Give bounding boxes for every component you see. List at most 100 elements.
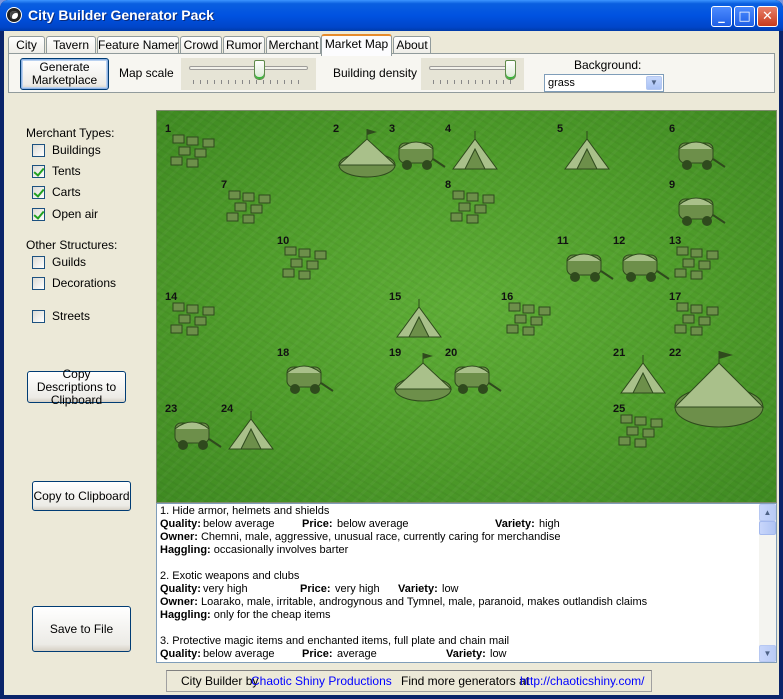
- owner-label: Owner:: [160, 596, 198, 608]
- haggling-label: Haggling:: [160, 609, 211, 621]
- entry-title: 3. Protective magic items and enchanted …: [160, 635, 510, 647]
- building-density-slider[interactable]: [421, 58, 524, 90]
- crates-icon: [618, 414, 663, 448]
- entry-gap: [160, 557, 756, 570]
- entry-gap: [160, 622, 756, 635]
- close-button[interactable]: ✕: [757, 6, 778, 27]
- checkbox-label: Buildings: [52, 143, 101, 157]
- checkbox-decorations[interactable]: Decorations: [32, 276, 116, 290]
- checkbox-streets[interactable]: Streets: [32, 309, 90, 323]
- copy-to-clipboard-button[interactable]: Copy to Clipboard: [32, 481, 131, 511]
- checkbox-open-air[interactable]: Open air: [32, 207, 98, 221]
- variety-value: high: [539, 518, 560, 530]
- scroll-thumb[interactable]: [759, 521, 776, 535]
- slider-thumb[interactable]: [253, 60, 265, 80]
- maximize-button[interactable]: □: [734, 6, 755, 27]
- crates-icon: [674, 302, 719, 336]
- stall-number: 2: [333, 123, 340, 135]
- checkbox-buildings[interactable]: Buildings: [32, 143, 101, 157]
- checkbox-box[interactable]: [32, 276, 45, 290]
- market-map-canvas[interactable]: 12 3 4 5 6 789 10 11 12 13 14 15 16 17 1…: [156, 110, 777, 503]
- stall-number: 17: [669, 291, 682, 303]
- descriptions-content: 1. Hide armor, helmets and shields Qualit…: [160, 505, 756, 661]
- app-logo-icon: [6, 7, 22, 23]
- cart-icon: [286, 365, 334, 394]
- chevron-up-icon: ▲: [763, 508, 772, 517]
- checkbox-box[interactable]: [32, 255, 45, 269]
- haggling-value: only for the cheap items: [210, 609, 331, 621]
- stall-number: 8: [445, 179, 452, 191]
- vertical-scrollbar[interactable]: ▲ ▼: [759, 504, 776, 662]
- quality-value: very high: [203, 583, 248, 595]
- checkbox-box[interactable]: [32, 143, 45, 157]
- variety-value: low: [442, 583, 459, 595]
- stall-number: 10: [277, 235, 290, 247]
- checkbox-guilds[interactable]: Guilds: [32, 255, 86, 269]
- background-select[interactable]: grass ▼: [544, 74, 664, 92]
- find-more-text: Find more generators at: [401, 674, 530, 688]
- tent-icon: [620, 355, 666, 394]
- checkbox-label: Carts: [52, 185, 81, 199]
- variety-label: Variety:: [398, 583, 438, 595]
- stall-number: 15: [389, 291, 402, 303]
- entry-haggling-line: Haggling: occasionally involves barter: [160, 544, 756, 557]
- price-value: average: [337, 648, 377, 660]
- crates-icon: [506, 302, 551, 336]
- entry-stats-line: Quality: very high Price: very high Variet…: [160, 583, 756, 596]
- scroll-up-button[interactable]: ▲: [759, 504, 776, 521]
- slider-ticks: [193, 80, 304, 84]
- tent-icon: [452, 131, 498, 170]
- map-scale-slider[interactable]: [181, 58, 316, 90]
- checkbox-box[interactable]: [32, 309, 45, 323]
- stall-number: 25: [613, 403, 626, 415]
- slider-ticks: [433, 80, 512, 84]
- stall-number: 6: [669, 123, 676, 135]
- crates-icon: [170, 302, 215, 336]
- owner-value: Chemni, male, aggressive, unusual race, …: [197, 531, 561, 543]
- building-density-label: Building density: [333, 66, 418, 80]
- scroll-down-button[interactable]: ▼: [759, 645, 776, 662]
- entry-title: 1. Hide armor, helmets and shields: [160, 505, 330, 517]
- checkbox-tents[interactable]: Tents: [32, 164, 81, 178]
- background-select-value: grass: [548, 77, 575, 89]
- tent-icon: [564, 131, 610, 170]
- entry-stats-line: Quality: below average Price: average Vari…: [160, 648, 756, 661]
- stall-number: 3: [389, 123, 396, 135]
- stall-number: 24: [221, 403, 234, 415]
- title-bar[interactable]: City Builder Generator Pack _ □ ✕: [0, 0, 783, 31]
- toolbar-panel: Generate Marketplace Map scale Building …: [8, 53, 775, 93]
- site-link[interactable]: http://chaoticshiny.com/: [520, 671, 645, 691]
- big-tent-icon: [337, 129, 397, 178]
- checkbox-box[interactable]: [32, 185, 45, 199]
- copy-descriptions-button[interactable]: Copy Descriptions to Clipboard: [27, 367, 126, 406]
- variety-value: low: [490, 648, 507, 660]
- entry-title-line: 3. Protective magic items and enchanted …: [160, 635, 756, 648]
- close-icon: ✕: [762, 9, 773, 24]
- entry-owner-line: Owner: Chemni, male, aggressive, unusual…: [160, 531, 756, 544]
- status-prefix: City Builder by: [181, 674, 259, 688]
- checkbox-box[interactable]: [32, 207, 45, 221]
- stall-number: 16: [501, 291, 514, 303]
- credit-link[interactable]: Chaotic Shiny Productions: [251, 671, 392, 691]
- minimize-button[interactable]: _: [711, 6, 732, 27]
- checkbox-box[interactable]: [32, 164, 45, 178]
- generate-marketplace-button[interactable]: Generate Marketplace: [20, 58, 109, 90]
- stall-number: 4: [445, 123, 452, 135]
- descriptions-textarea[interactable]: 1. Hide armor, helmets and shields Qualit…: [156, 503, 777, 663]
- quality-label: Quality:: [160, 518, 201, 530]
- save-to-file-button[interactable]: Save to File: [32, 606, 131, 652]
- maximize-icon: □: [738, 9, 751, 24]
- client-area: City Tavern Feature Namer Crowd Rumor Me…: [4, 31, 779, 695]
- quality-value: below average: [203, 518, 275, 530]
- tab-market-map[interactable]: Market Map: [321, 34, 392, 56]
- stall-number: 1: [165, 123, 172, 135]
- stall-number: 18: [277, 347, 290, 359]
- owner-value: Loarako, male, irritable, androgynous an…: [197, 596, 648, 608]
- stall-number: 5: [557, 123, 564, 135]
- chevron-down-icon[interactable]: ▼: [646, 76, 662, 90]
- price-label: Price:: [300, 583, 331, 595]
- checkbox-carts[interactable]: Carts: [32, 185, 81, 199]
- crates-icon: [282, 246, 327, 280]
- slider-thumb[interactable]: [505, 60, 516, 80]
- stall-number: 11: [557, 235, 569, 247]
